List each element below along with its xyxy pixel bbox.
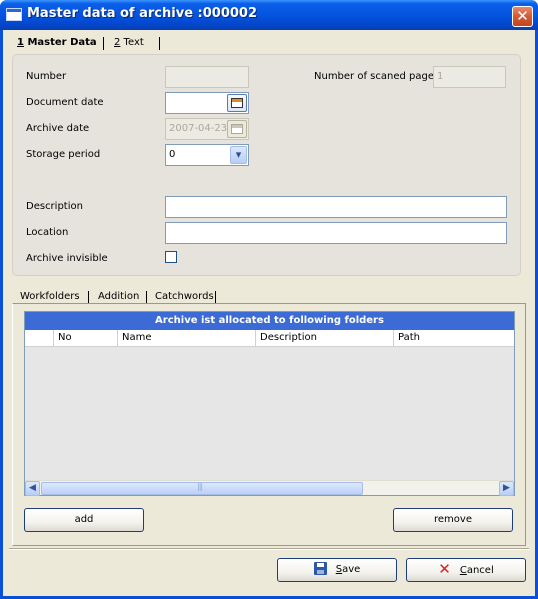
calendar-icon [227, 120, 247, 138]
remove-button[interactable]: remove [393, 508, 513, 532]
dialog-window: Master data of archive :000002 ✕ 1 Maste… [0, 0, 538, 599]
scanned-pages-label: Number of scaned pages [314, 71, 440, 82]
column-header-no[interactable]: No [54, 330, 118, 346]
tab-master-data-label: Master Data [23, 37, 97, 48]
tab-text[interactable]: 2 Text [108, 34, 150, 53]
scrollbar-thumb[interactable] [41, 482, 363, 495]
number-label: Number [26, 71, 67, 82]
window-title: Master data of archive :000002 [27, 6, 258, 21]
number-field[interactable] [165, 66, 249, 88]
grid-header-row: No Name Description Path [25, 330, 514, 347]
cancel-button[interactable]: ✕ Cancel [406, 558, 526, 582]
title-bar[interactable]: Master data of archive :000002 ✕ [0, 0, 538, 30]
location-field[interactable] [165, 222, 507, 244]
grid-title: Archive ist allocated to following folde… [25, 312, 514, 330]
floppy-disk-icon [313, 561, 327, 575]
red-x-icon: ✕ [438, 560, 451, 578]
column-header-selector[interactable] [25, 330, 54, 346]
folders-grid[interactable]: Archive ist allocated to following folde… [24, 311, 515, 496]
chevron-down-icon[interactable]: ▾ [230, 146, 247, 164]
storage-period-label: Storage period [26, 149, 101, 160]
tab-master-data-key: 1 [17, 37, 24, 48]
cancel-button-label: ancel [466, 565, 494, 576]
scroll-right-icon[interactable]: ▶ [499, 481, 514, 496]
tab-text-label: Text [120, 37, 144, 48]
archive-date-label: Archive date [26, 123, 90, 134]
document-date-label: Document date [26, 97, 104, 108]
column-header-name[interactable]: Name [118, 330, 256, 346]
footer-divider [9, 548, 529, 550]
save-button-label: ave [342, 564, 361, 575]
master-data-panel: Number Number of scaned pages 1 Document… [12, 54, 521, 276]
tab-separator [103, 37, 104, 50]
archive-invisible-checkbox[interactable] [165, 251, 177, 263]
scroll-left-icon[interactable]: ◀ [25, 481, 40, 496]
column-header-path[interactable]: Path [394, 330, 514, 346]
close-button[interactable]: ✕ [512, 6, 533, 27]
tab-separator [159, 37, 160, 50]
tab-master-data[interactable]: 1 Master Data [11, 34, 103, 53]
dialog-client-area: 1 Master Data 2 Text Number Number of sc… [3, 30, 535, 596]
horizontal-scrollbar[interactable]: ◀ ▶ [25, 480, 514, 496]
scanned-pages-field[interactable]: 1 [433, 66, 506, 88]
cancel-button-key: C [459, 565, 467, 576]
calendar-icon[interactable] [227, 94, 247, 112]
column-header-description[interactable]: Description [256, 330, 394, 346]
location-label: Location [26, 227, 69, 238]
description-field[interactable] [165, 196, 507, 218]
archive-invisible-label: Archive invisible [26, 253, 108, 264]
add-button[interactable]: add [24, 508, 144, 532]
save-button[interactable]: Save [277, 558, 397, 582]
description-label: Description [26, 201, 83, 212]
window-icon [6, 8, 22, 21]
